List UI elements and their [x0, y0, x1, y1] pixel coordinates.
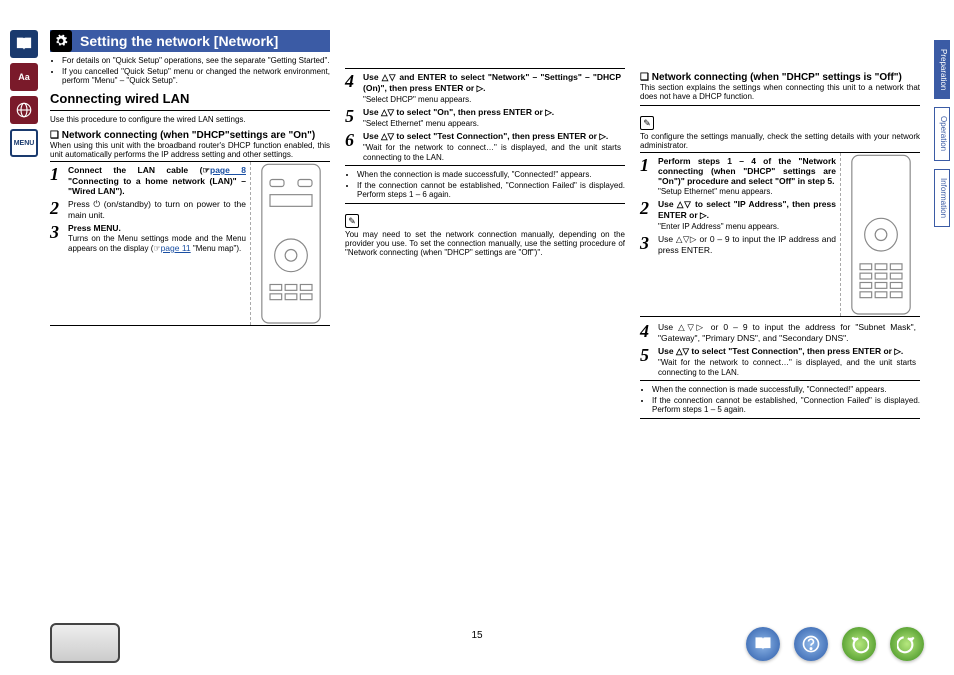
nav-help-icon[interactable]: [794, 627, 828, 661]
nav-back-icon[interactable]: [842, 627, 876, 661]
left-icon-rail: Aa MENU: [10, 30, 40, 157]
step-1: 1 Connect the LAN cable (☞page 8 "Connec…: [50, 165, 246, 196]
dhcp-off-intro: This section explains the settings when …: [640, 83, 920, 101]
result-bullet: When the connection is made successfully…: [357, 170, 625, 179]
col2-stepbox: 4Use △▽ and ENTER to select "Network" – …: [345, 68, 625, 166]
tab-operation[interactable]: Operation: [934, 107, 950, 160]
tab-preparation[interactable]: Preparation: [934, 40, 950, 99]
right-section-tabs: Preparation Operation Information: [934, 40, 950, 227]
page-footer: 15: [0, 613, 954, 663]
dhcp-on-heading: Network connecting (when "DHCP"settings …: [50, 130, 330, 141]
section-title: Setting the network [Network]: [50, 30, 330, 52]
column-1: Setting the network [Network] For detail…: [50, 30, 330, 423]
result-bullet: When the connection is made successfully…: [652, 385, 920, 394]
remote-illustration: [840, 153, 920, 316]
intro-bullet: For details on "Quick Setup" operations,…: [62, 56, 330, 65]
pencil-note-icon: ✎: [640, 116, 654, 130]
dhcp-on-stepbox: 1 Connect the LAN cable (☞page 8 "Connec…: [50, 161, 330, 326]
page-number: 15: [471, 630, 482, 641]
remote-illustration: [250, 162, 330, 325]
device-thumbnail[interactable]: [50, 623, 120, 663]
gear-icon: [50, 30, 72, 52]
link-page-8[interactable]: page 8: [210, 165, 246, 175]
link-page-11[interactable]: page 11: [161, 243, 191, 253]
result-bullet: If the connection cannot be established,…: [652, 396, 920, 414]
page-content: Setting the network [Network] For detail…: [50, 30, 920, 423]
dhcp-off-stepbox-bottom: 4Use △▽▷ or 0 – 9 to input the address f…: [640, 319, 920, 381]
section-title-text: Setting the network [Network]: [80, 33, 278, 49]
dhcp-off-stepbox-top: 1Perform steps 1 – 4 of the "Network con…: [640, 152, 920, 317]
column-3: Network connecting (when "DHCP" settings…: [640, 30, 920, 423]
rail-book-icon[interactable]: [10, 30, 38, 58]
rail-font-icon[interactable]: Aa: [10, 63, 38, 91]
nav-forward-icon[interactable]: [890, 627, 924, 661]
column-2: 4Use △▽ and ENTER to select "Network" – …: [345, 30, 625, 423]
result-bullet: If the connection cannot be established,…: [357, 181, 625, 199]
dhcp-off-note: To configure the settings manually, chec…: [640, 132, 920, 150]
tab-information[interactable]: Information: [934, 169, 950, 227]
pencil-note-icon: ✎: [345, 214, 359, 228]
connecting-intro: Use this procedure to configure the wire…: [50, 115, 330, 124]
step-3: 3 Press MENU.Turns on the Menu settings …: [50, 223, 246, 253]
col2-note: You may need to set the network connecti…: [345, 230, 625, 257]
rail-menu-icon[interactable]: MENU: [10, 129, 38, 157]
footer-nav: [746, 627, 924, 661]
dhcp-on-intro: When using this unit with the broadband …: [50, 141, 330, 159]
intro-bullets: For details on "Quick Setup" operations,…: [50, 56, 330, 85]
dhcp-off-heading: Network connecting (when "DHCP" settings…: [640, 72, 920, 83]
intro-bullet: If you cancelled "Quick Setup" menu or c…: [62, 67, 330, 85]
connecting-heading: Connecting wired LAN: [50, 91, 330, 106]
nav-book-icon[interactable]: [746, 627, 780, 661]
rail-globe-icon[interactable]: [10, 96, 38, 124]
step-2: 2 Press ⏻ (on/standby) to turn on power …: [50, 199, 246, 220]
